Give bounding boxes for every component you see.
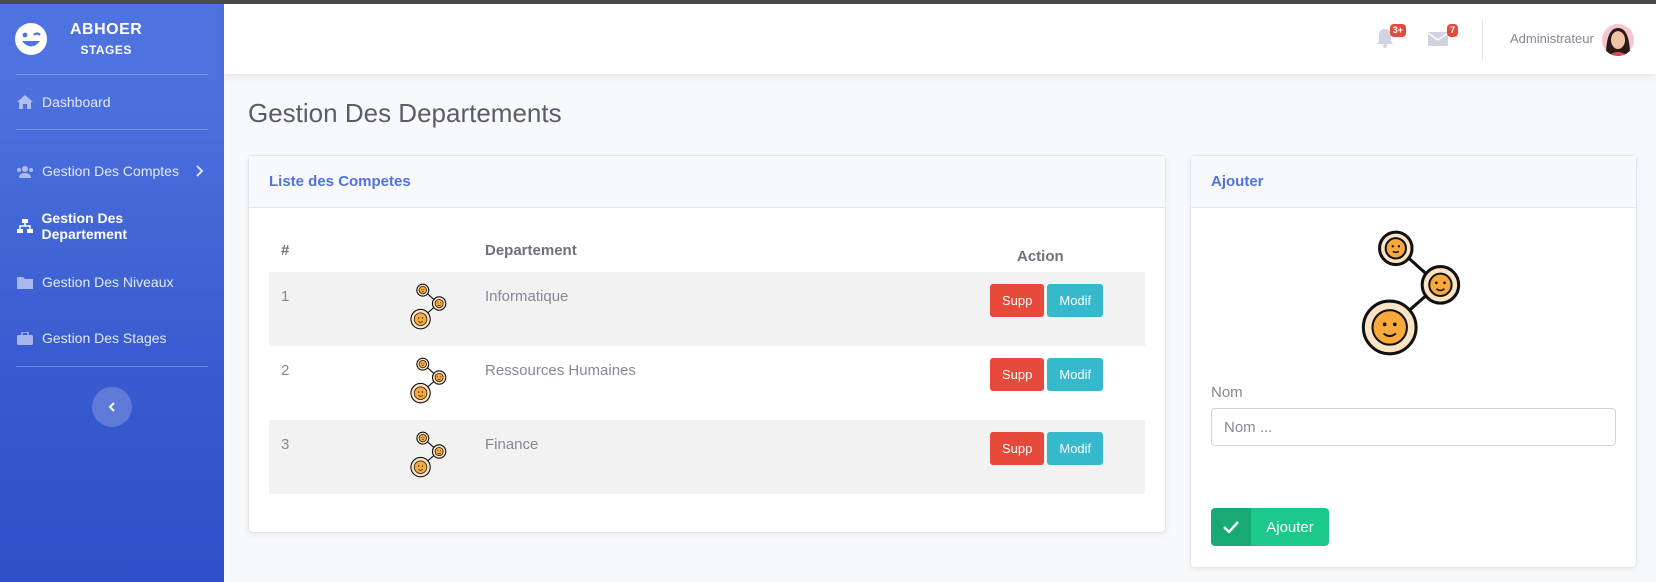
users-icon <box>16 163 34 179</box>
sidebar-item-departement[interactable]: Gestion Des Departement <box>0 198 224 254</box>
envelope-icon <box>1427 32 1449 46</box>
row-number: 2 <box>281 362 290 379</box>
add-card-header: Ajouter <box>1191 156 1636 208</box>
brand-subtitle: STAGES <box>80 43 132 57</box>
table-row: 1 Informatique Supp Modif <box>269 272 1145 346</box>
sidebar-toggle-button[interactable] <box>92 387 132 427</box>
ajouter-button-label: Ajouter <box>1266 518 1314 536</box>
nom-label: Nom <box>1211 384 1243 401</box>
chevron-left-icon <box>108 402 115 412</box>
page-title: Gestion Des Departements <box>248 98 562 128</box>
edit-button[interactable]: Modif <box>1047 358 1104 391</box>
department-illustration <box>1357 226 1463 368</box>
laugh-wink-icon <box>15 23 47 55</box>
sitemap-icon <box>16 218 34 234</box>
row-number: 1 <box>269 272 335 346</box>
sidebar-item-niveaux[interactable]: Gestion Des Niveaux <box>0 254 224 310</box>
user-name[interactable]: Administrateur <box>1510 31 1594 46</box>
sidebar-item-comptes[interactable]: Gestion Des Comptes <box>0 144 224 198</box>
ajouter-button[interactable]: Ajouter <box>1211 508 1329 546</box>
check-icon <box>1211 508 1251 546</box>
edit-button[interactable]: Modif <box>1047 432 1104 465</box>
department-name: Ressources Humaines <box>485 362 636 379</box>
delete-button[interactable]: Supp <box>990 284 1045 317</box>
department-image <box>335 420 485 494</box>
sidebar-item-label: Dashboard <box>42 94 111 110</box>
brand-title: ABHOER <box>70 21 143 38</box>
departments-list-card: Liste des Competes # Departement Action … <box>248 155 1166 533</box>
list-card-header: Liste des Competes <box>249 156 1165 208</box>
table-row: 3 Finance Supp Modif <box>269 420 1145 494</box>
brand[interactable]: ABHOER STAGES <box>0 4 224 74</box>
sidebar-item-label: Gestion Des Departement <box>41 210 128 242</box>
department-image <box>335 272 485 346</box>
department-image <box>335 346 485 420</box>
alerts-button[interactable]: 3+ <box>1376 24 1406 50</box>
messages-badge: 7 <box>1446 24 1458 37</box>
sidebar-item-dashboard[interactable]: Dashboard <box>0 75 224 129</box>
column-header-image <box>335 228 485 272</box>
row-number: 3 <box>269 420 335 494</box>
folder-icon <box>16 274 34 290</box>
delete-button[interactable]: Supp <box>990 432 1045 465</box>
chevron-right-icon <box>196 165 204 177</box>
column-header-departement: Departement <box>485 241 577 259</box>
delete-button[interactable]: Supp <box>990 358 1045 391</box>
nom-input[interactable] <box>1211 408 1616 446</box>
department-name: Finance <box>485 420 925 494</box>
alerts-badge: 3+ <box>1389 24 1406 37</box>
avatar[interactable] <box>1602 24 1634 56</box>
column-header-number: # <box>281 241 290 259</box>
column-header-action: Action <box>1017 247 1064 265</box>
departments-table: # Departement Action 1 Informatique Supp… <box>269 228 1145 494</box>
sidebar: ABHOER STAGES Dashboard Gestion Des Comp… <box>0 4 224 582</box>
edit-button[interactable]: Modif <box>1047 284 1104 317</box>
briefcase-icon <box>16 330 34 346</box>
home-icon <box>16 94 34 110</box>
sidebar-item-stages[interactable]: Gestion Des Stages <box>0 310 224 366</box>
sidebar-item-label: Gestion Des Stages <box>42 330 167 346</box>
table-header-row: # Departement Action <box>269 228 1145 272</box>
department-name: Informatique <box>485 272 925 346</box>
sidebar-item-label: Gestion Des Niveaux <box>42 274 174 290</box>
topbar-divider <box>1482 20 1483 60</box>
table-row: 2 Ressources Humaines Supp Modif <box>269 346 1145 420</box>
topbar: 3+ 7 Administrateur <box>224 4 1656 74</box>
messages-button[interactable]: 7 <box>1427 24 1458 50</box>
sidebar-item-label: Gestion Des Comptes <box>42 163 179 179</box>
add-department-card: Ajouter Nom Ajouter <box>1190 155 1637 568</box>
sidebar-divider <box>16 366 208 367</box>
